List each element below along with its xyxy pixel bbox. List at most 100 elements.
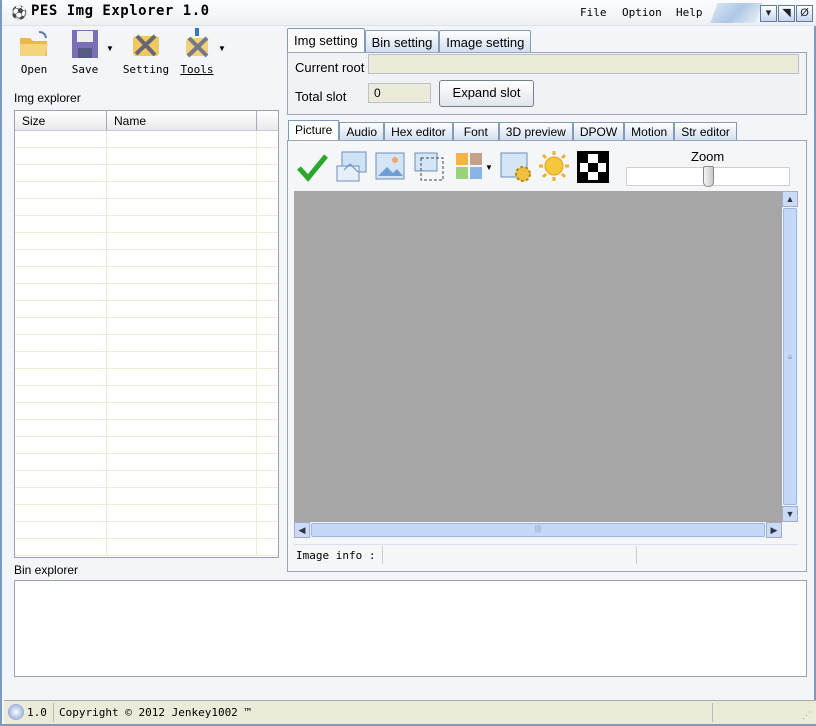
horizontal-scroll-thumb[interactable]: |||: [311, 523, 765, 537]
list-row[interactable]: [15, 301, 278, 318]
scroll-left-button[interactable]: ◀: [294, 522, 310, 538]
transparency-checker-icon[interactable]: [577, 150, 609, 183]
title-bar: ⚽ PES Img Explorer 1.0 File Option Help …: [2, 0, 816, 26]
bin-explorer-label: Bin explorer: [14, 563, 79, 577]
tab-hex-editor[interactable]: Hex editor: [384, 122, 453, 141]
import-images-icon[interactable]: [336, 150, 368, 183]
tab-dpow[interactable]: DPOW: [572, 122, 625, 141]
img-setting-panel: Current root Total slot 0 Expand slot: [287, 52, 807, 115]
list-row[interactable]: [15, 318, 278, 335]
list-row[interactable]: [15, 182, 278, 199]
open-label: Open: [20, 63, 48, 76]
list-row[interactable]: [15, 471, 278, 488]
tab-image-setting[interactable]: Image setting: [439, 30, 532, 53]
image-grid-icon[interactable]: [454, 150, 486, 183]
current-root-label: Current root: [295, 60, 365, 75]
list-row[interactable]: [15, 488, 278, 505]
minimize-button[interactable]: ▾: [760, 5, 777, 22]
list-row[interactable]: [15, 199, 278, 216]
image-info-bar: Image info :: [294, 544, 798, 565]
menu-option[interactable]: Option: [622, 6, 662, 19]
resize-image-icon[interactable]: [413, 150, 445, 183]
current-root-field[interactable]: [368, 54, 799, 74]
list-row[interactable]: [15, 522, 278, 539]
image-icon[interactable]: [374, 150, 406, 183]
list-row[interactable]: [15, 148, 278, 165]
zoom-slider[interactable]: [626, 166, 790, 187]
setting-label: Setting: [122, 63, 170, 76]
image-info-label: Image info :: [296, 549, 376, 562]
vertical-scrollbar[interactable]: ▲ ≡ ▼: [782, 191, 798, 522]
list-row[interactable]: [15, 505, 278, 522]
zoom-slider-thumb[interactable]: [703, 166, 714, 187]
scroll-right-button[interactable]: ▶: [766, 522, 782, 538]
brightness-sun-icon[interactable]: [538, 150, 570, 183]
total-slot-label: Total slot: [295, 89, 347, 104]
tab-picture[interactable]: Picture: [288, 120, 340, 141]
window-title: PES Img Explorer 1.0: [31, 3, 210, 19]
list-row[interactable]: [15, 131, 278, 148]
floppy-save-icon: [68, 28, 102, 60]
tab-str-editor[interactable]: Str editor: [674, 122, 737, 141]
list-row[interactable]: [15, 250, 278, 267]
img-explorer-list[interactable]: Size Name: [14, 110, 279, 558]
list-row[interactable]: [15, 216, 278, 233]
img-explorer-label: Img explorer: [14, 91, 81, 105]
list-row[interactable]: [15, 233, 278, 250]
image-grid-dropdown-arrow-icon[interactable]: ▼: [485, 163, 493, 172]
zoom-label: Zoom: [691, 149, 725, 164]
list-row[interactable]: [15, 454, 278, 471]
setting-button[interactable]: Setting: [121, 28, 171, 76]
vertical-scroll-thumb[interactable]: ≡: [783, 208, 797, 505]
save-dropdown-arrow-icon[interactable]: ▼: [106, 44, 114, 53]
menu-help[interactable]: Help: [676, 6, 703, 19]
image-settings-gear-icon[interactable]: [499, 150, 531, 183]
list-row[interactable]: [15, 165, 278, 182]
list-row[interactable]: [15, 352, 278, 369]
tools-dropdown-arrow-icon[interactable]: ▼: [218, 44, 226, 53]
tab-bin-setting[interactable]: Bin setting: [364, 30, 440, 53]
tab-font[interactable]: Font: [452, 122, 499, 141]
tools-button[interactable]: Tools: [172, 28, 222, 76]
menu-file[interactable]: File: [580, 6, 607, 19]
expand-slot-button[interactable]: Expand slot: [439, 80, 534, 107]
status-bar: 1.0 Copyright © 2012 Jenkey1002 ™ ⋰: [4, 700, 816, 724]
tab-audio[interactable]: Audio: [339, 122, 385, 141]
app-globe-icon: [8, 704, 24, 720]
list-row[interactable]: [15, 539, 278, 556]
main-window: ⚽ PES Img Explorer 1.0 File Option Help …: [0, 0, 816, 726]
horizontal-scrollbar[interactable]: ◀ ||| ▶: [294, 522, 782, 538]
save-button[interactable]: Save: [60, 28, 110, 76]
tab-3d-preview[interactable]: 3D preview: [498, 122, 573, 141]
tools-briefcase-icon: [129, 28, 163, 60]
list-row[interactable]: [15, 437, 278, 454]
maximize-button[interactable]: ◥: [778, 5, 795, 22]
list-row[interactable]: [15, 369, 278, 386]
copyright-text: Copyright © 2012 Jenkey1002 ™: [59, 706, 252, 719]
image-preview-canvas[interactable]: [294, 191, 782, 522]
list-row[interactable]: [15, 284, 278, 301]
version-text: 1.0: [27, 706, 47, 719]
list-row[interactable]: [15, 386, 278, 403]
total-slot-field[interactable]: 0: [368, 83, 431, 103]
scroll-up-button[interactable]: ▲: [782, 191, 798, 207]
list-row[interactable]: [15, 420, 278, 437]
tab-img-setting[interactable]: Img setting: [287, 28, 365, 53]
bin-explorer-list[interactable]: [14, 580, 807, 677]
column-header-size[interactable]: Size: [15, 111, 107, 130]
close-button[interactable]: Ø: [796, 5, 813, 22]
app-icon: ⚽: [11, 5, 28, 20]
settings-tabs: Img setting Bin setting Image setting: [287, 28, 532, 53]
tools-label: Tools: [180, 63, 214, 76]
apply-checkmark-icon[interactable]: [296, 150, 328, 183]
list-row[interactable]: [15, 335, 278, 352]
save-label: Save: [71, 63, 99, 76]
column-header-name[interactable]: Name: [107, 111, 257, 130]
open-button[interactable]: Open: [9, 28, 59, 76]
list-row[interactable]: [15, 267, 278, 284]
tab-motion[interactable]: Motion: [624, 122, 675, 141]
resize-grip-icon[interactable]: ⋰: [802, 711, 811, 721]
scroll-down-button[interactable]: ▼: [782, 506, 798, 522]
editor-tabs: Picture Audio Hex editor Font 3D preview DPOW…: [288, 120, 737, 141]
list-row[interactable]: [15, 403, 278, 420]
